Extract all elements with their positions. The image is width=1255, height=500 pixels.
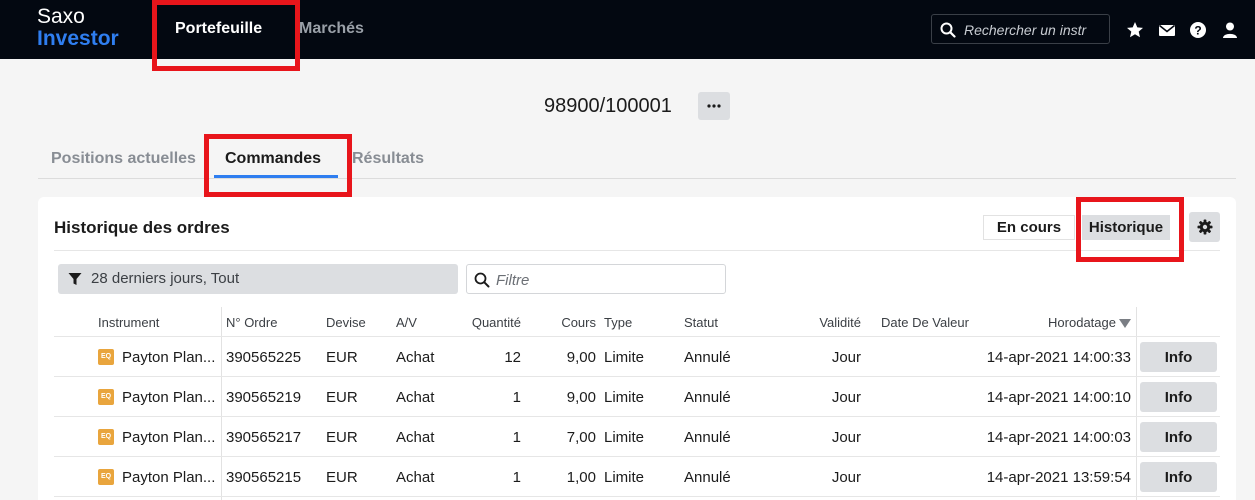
cell-status: Annulé <box>684 469 731 486</box>
row-divider <box>54 376 1220 377</box>
column-header-price[interactable]: Cours <box>536 315 596 330</box>
column-header-order-no[interactable]: N° Ordre <box>226 315 277 330</box>
info-button[interactable]: Info <box>1140 382 1217 412</box>
cell-validity: Jour <box>831 349 861 366</box>
cell-quantity: 12 <box>504 349 521 366</box>
nav-marches[interactable]: Marchés <box>299 20 364 38</box>
row-divider <box>54 456 1220 457</box>
cell-type: Limite <box>604 349 645 366</box>
cell-validity: Jour <box>831 469 861 486</box>
cell-instrument: Payton Plan... <box>122 389 216 406</box>
tab-positions-actuelles[interactable]: Positions actuelles <box>51 150 196 168</box>
settings-button[interactable] <box>1189 212 1220 242</box>
cell-timestamp: 14-apr-2021 14:00:33 <box>986 349 1131 366</box>
info-button[interactable]: Info <box>1140 422 1217 452</box>
table-filter-input[interactable] <box>496 270 716 290</box>
column-header-validity[interactable]: Validité <box>791 315 861 330</box>
cell-type: Limite <box>604 469 645 486</box>
column-header-timestamp[interactable]: Horodatage <box>1010 315 1131 330</box>
cell-instrument: Payton Plan... <box>122 469 216 486</box>
card-divider <box>54 250 1220 251</box>
row-divider <box>54 496 1220 497</box>
saxo-investor-logo[interactable]: Saxo Investor <box>37 6 119 50</box>
cell-type: Limite <box>604 389 645 406</box>
cell-order-no: 390565219 <box>226 389 302 406</box>
top-navigation-bar: Saxo Investor Portefeuille Marchés ? <box>0 0 1255 59</box>
period-filter-label: 28 derniers jours, Tout <box>91 270 240 287</box>
search-icon <box>940 22 956 38</box>
logo-line-2: Investor <box>37 27 119 50</box>
account-more-button[interactable] <box>698 92 730 120</box>
row-divider <box>54 416 1220 417</box>
cell-status: Annulé <box>684 429 731 446</box>
column-header-type[interactable]: Type <box>604 315 632 330</box>
card-title: Historique des ordres <box>54 218 230 237</box>
tab-commandes[interactable]: Commandes <box>225 150 321 168</box>
equity-badge-icon: EQ <box>98 469 114 485</box>
cell-quantity: 1 <box>512 469 521 486</box>
info-button[interactable]: Info <box>1140 462 1217 492</box>
cell-timestamp: 14-apr-2021 14:00:10 <box>986 389 1131 406</box>
column-header-currency[interactable]: Devise <box>326 315 366 330</box>
column-header-side[interactable]: A/V <box>396 315 417 330</box>
cell-validity: Jour <box>831 429 861 446</box>
cell-price: 7,00 <box>566 429 596 446</box>
info-button[interactable]: Info <box>1140 342 1217 372</box>
cell-order-no: 390565225 <box>226 349 302 366</box>
equity-badge-icon: EQ <box>98 429 114 445</box>
cell-side: Achat <box>396 389 435 406</box>
cell-side: Achat <box>396 349 435 366</box>
cell-status: Annulé <box>684 389 731 406</box>
search-icon <box>474 272 490 288</box>
cell-side: Achat <box>396 429 435 446</box>
column-header-status[interactable]: Statut <box>684 315 718 330</box>
cell-type: Limite <box>604 429 645 446</box>
cell-price: 1,00 <box>566 469 596 486</box>
cell-order-no: 390565215 <box>226 469 302 486</box>
cell-instrument: Payton Plan... <box>122 429 216 446</box>
tab-resultats[interactable]: Résultats <box>352 150 424 168</box>
instrument-search[interactable] <box>931 14 1110 44</box>
cell-quantity: 1 <box>512 389 521 406</box>
cell-timestamp: 14-apr-2021 14:00:03 <box>986 429 1131 446</box>
cell-timestamp: 14-apr-2021 13:59:54 <box>986 469 1131 486</box>
segment-en-cours[interactable]: En cours <box>983 215 1075 240</box>
equity-badge-icon: EQ <box>98 349 114 365</box>
cell-price: 9,00 <box>566 389 596 406</box>
cell-currency: EUR <box>326 429 358 446</box>
cell-currency: EUR <box>326 389 358 406</box>
column-header-instrument[interactable]: Instrument <box>98 315 159 330</box>
cell-side: Achat <box>396 469 435 486</box>
cell-order-no: 390565217 <box>226 429 302 446</box>
user-icon[interactable] <box>1221 21 1239 39</box>
cell-price: 9,00 <box>566 349 596 366</box>
period-filter-chip[interactable]: 28 derniers jours, Tout <box>58 264 458 294</box>
gear-icon <box>1197 219 1212 235</box>
cell-instrument: Payton Plan... <box>122 349 216 366</box>
nav-portefeuille[interactable]: Portefeuille <box>175 20 262 38</box>
cell-status: Annulé <box>684 349 731 366</box>
cell-validity: Jour <box>831 389 861 406</box>
column-header-timestamp-label: Horodatage <box>1048 315 1116 330</box>
account-id: 98900/100001 <box>544 95 672 117</box>
logo-line-1: Saxo <box>37 5 85 28</box>
star-icon[interactable] <box>1126 21 1144 39</box>
help-icon[interactable]: ? <box>1189 21 1207 39</box>
instrument-search-input[interactable] <box>964 20 1106 40</box>
table-filter-search[interactable] <box>466 264 726 294</box>
column-header-value-date[interactable]: Date De Valeur <box>881 315 969 330</box>
more-icon <box>707 104 721 108</box>
header-divider <box>54 336 1220 337</box>
tabs-divider <box>38 178 1236 179</box>
segment-historique[interactable]: Historique <box>1082 215 1170 240</box>
mail-icon[interactable] <box>1158 21 1176 39</box>
filter-icon <box>68 273 82 285</box>
column-header-quantity[interactable]: Quantité <box>441 315 521 330</box>
equity-badge-icon: EQ <box>98 389 114 405</box>
cell-currency: EUR <box>326 469 358 486</box>
cell-currency: EUR <box>326 349 358 366</box>
svg-text:?: ? <box>1194 24 1201 38</box>
sort-descending-icon <box>1119 319 1131 328</box>
cell-quantity: 1 <box>512 429 521 446</box>
